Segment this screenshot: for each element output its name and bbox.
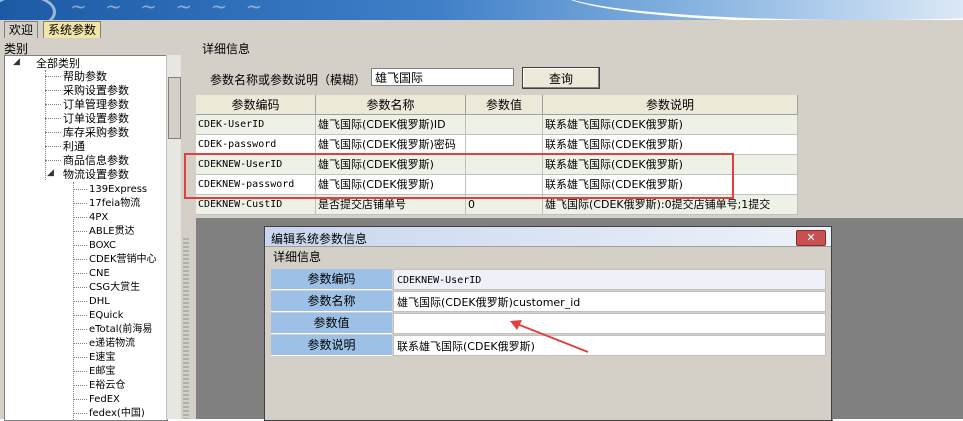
grid-header-code[interactable]: 参数编码 (196, 95, 316, 115)
cell-code: CDEKNEW-CustID (196, 195, 316, 215)
tree-item-carrier[interactable]: E邮宝 (89, 365, 115, 378)
collapse-icon[interactable]: ◢ (13, 57, 20, 67)
tree-item-help[interactable]: 帮助参数 (63, 70, 107, 83)
param-value-field[interactable] (393, 313, 826, 334)
tree-item-order-setting[interactable]: 订单设置参数 (63, 112, 129, 125)
cell-value (466, 155, 543, 175)
category-tree[interactable]: ◢ 全部类别 帮助参数 采购设置参数 订单管理参数 订单设置参数 库存采购参数 … (4, 55, 168, 421)
table-row[interactable]: CDEKNEW-CustID 是否提交店铺单号 0 雄飞国际(CDEK俄罗斯):… (196, 195, 798, 215)
param-name-field[interactable]: 雄飞国际(CDEK俄罗斯)customer_id (393, 291, 826, 312)
tab-strip: 欢迎 系统参数 (0, 20, 963, 39)
cell-desc: 雄飞国际(CDEK俄罗斯):0提交店铺单号;1提交 (543, 195, 798, 215)
logo-swirl-icon (0, 0, 56, 20)
tree-item-carrier[interactable]: CDEK营销中心 (89, 253, 157, 266)
tree-item-logistics[interactable]: 物流设置参数 (63, 168, 129, 181)
tree-item-product[interactable]: 商品信息参数 (63, 154, 129, 167)
tree-item-carrier[interactable]: ABLE贯达 (89, 225, 135, 238)
cell-name: 雄飞国际(CDEK俄罗斯)密码 (316, 135, 466, 155)
banner-decoration: ~ ~ ~ ~ ~ ~ (70, 0, 269, 18)
table-row[interactable]: CDEK-UserID 雄飞国际(CDEK俄罗斯)ID 联系雄飞国际(CDEK俄… (196, 115, 798, 135)
tree-item-carrier[interactable]: CNE (89, 267, 110, 280)
grid-header-value[interactable]: 参数值 (466, 95, 543, 115)
search-button[interactable]: 查询 (522, 67, 600, 89)
grid-header-name[interactable]: 参数名称 (316, 95, 466, 115)
cell-value: 0 (466, 195, 543, 215)
tree-root[interactable]: 全部类别 (36, 57, 80, 70)
tree-item-carrier[interactable]: e递诺物流 (89, 337, 135, 350)
tree-item-carrier[interactable]: BOXC (89, 239, 116, 252)
cell-code: CDEK-UserID (196, 115, 316, 135)
field-label-name: 参数名称 (271, 291, 392, 312)
cell-value (466, 115, 543, 135)
tree-scrollbar[interactable] (166, 55, 181, 419)
cell-desc: 联系雄飞国际(CDEK俄罗斯) (543, 135, 798, 155)
close-icon[interactable]: ✕ (796, 230, 826, 246)
category-panel: 类别 ◢ 全部类别 帮助参数 采购设置参数 订单管理参数 订单设置参数 库存采购… (0, 38, 196, 421)
app-banner: ~ ~ ~ ~ ~ ~ (0, 0, 963, 20)
collapse-icon[interactable]: ◢ (47, 168, 54, 178)
tree-scrollbar-thumb[interactable] (168, 77, 181, 139)
dialog-subtitle: 详细信息 (273, 250, 322, 264)
table-row[interactable]: CDEKNEW-UserID 雄飞国际(CDEK俄罗斯) 联系雄飞国际(CDEK… (196, 155, 798, 175)
cell-name: 雄飞国际(CDEK俄罗斯)ID (316, 115, 466, 135)
cell-value (466, 175, 543, 195)
search-input[interactable] (371, 68, 514, 86)
tree-item-carrier[interactable]: fedex(中国) (89, 407, 145, 420)
cell-desc: 联系雄飞国际(CDEK俄罗斯) (543, 155, 798, 175)
banner-curve (560, 0, 963, 20)
cell-desc: 联系雄飞国际(CDEK俄罗斯) (543, 115, 798, 135)
detail-panel-title: 详细信息 (202, 42, 251, 56)
tree-line (45, 70, 46, 180)
cell-name: 雄飞国际(CDEK俄罗斯) (316, 175, 466, 195)
table-row[interactable]: CDEK-password 雄飞国际(CDEK俄罗斯)密码 联系雄飞国际(CDE… (196, 135, 798, 155)
tree-item-purchase[interactable]: 采购设置参数 (63, 84, 129, 97)
tab-system-params[interactable]: 系统参数 (43, 21, 102, 38)
tree-item-litong[interactable]: 利通 (63, 140, 85, 153)
param-code-field[interactable]: CDEKNEW-UserID (393, 269, 826, 290)
cell-name: 是否提交店铺单号 (316, 195, 466, 215)
field-label-code: 参数编码 (271, 269, 392, 290)
tree-item-carrier[interactable]: E裕云仓 (89, 379, 125, 392)
panel-splitter-handle[interactable] (183, 238, 189, 419)
search-label: 参数名称或参数说明（模糊） (210, 73, 367, 87)
tree-item-carrier[interactable]: CSG大赏生 (89, 281, 140, 294)
cell-code: CDEK-password (196, 135, 316, 155)
cell-value (466, 135, 543, 155)
dialog-title: 编辑系统参数信息 (271, 232, 368, 246)
tree-item-carrier[interactable]: 139Express (89, 183, 147, 196)
field-label-desc: 参数说明 (271, 335, 392, 356)
tree-item-stock[interactable]: 库存采购参数 (63, 126, 129, 139)
edit-param-dialog: 编辑系统参数信息 ✕ 详细信息 参数编码 CDEKNEW-UserID 参数名称… (264, 226, 832, 421)
tree-item-carrier[interactable]: 4PX (89, 211, 108, 224)
tree-item-carrier[interactable]: DHL (89, 295, 110, 308)
cell-name: 雄飞国际(CDEK俄罗斯) (316, 155, 466, 175)
tree-item-carrier[interactable]: eTotal(前海易 (89, 323, 152, 336)
grid-header-desc[interactable]: 参数说明 (543, 95, 798, 115)
tree-item-carrier[interactable]: E速宝 (89, 351, 115, 364)
tree-item-carrier[interactable]: EQuick (89, 309, 124, 322)
tree-item-carrier[interactable]: 17feia物流 (89, 197, 140, 210)
field-label-value: 参数值 (271, 313, 392, 334)
tab-welcome[interactable]: 欢迎 (4, 21, 39, 38)
cell-code: CDEKNEW-UserID (196, 155, 316, 175)
tree-item-carrier[interactable]: FedEX (89, 393, 120, 406)
param-desc-field[interactable]: 联系雄飞国际(CDEK俄罗斯) (393, 335, 826, 356)
cell-desc: 联系雄飞国际(CDEK俄罗斯) (543, 175, 798, 195)
table-row[interactable]: CDEKNEW-password 雄飞国际(CDEK俄罗斯) 联系雄飞国际(CD… (196, 175, 798, 195)
cell-code: CDEKNEW-password (196, 175, 316, 195)
dialog-title-bar[interactable]: 编辑系统参数信息 ✕ (265, 227, 831, 247)
tree-item-order-mgmt[interactable]: 订单管理参数 (63, 98, 129, 111)
